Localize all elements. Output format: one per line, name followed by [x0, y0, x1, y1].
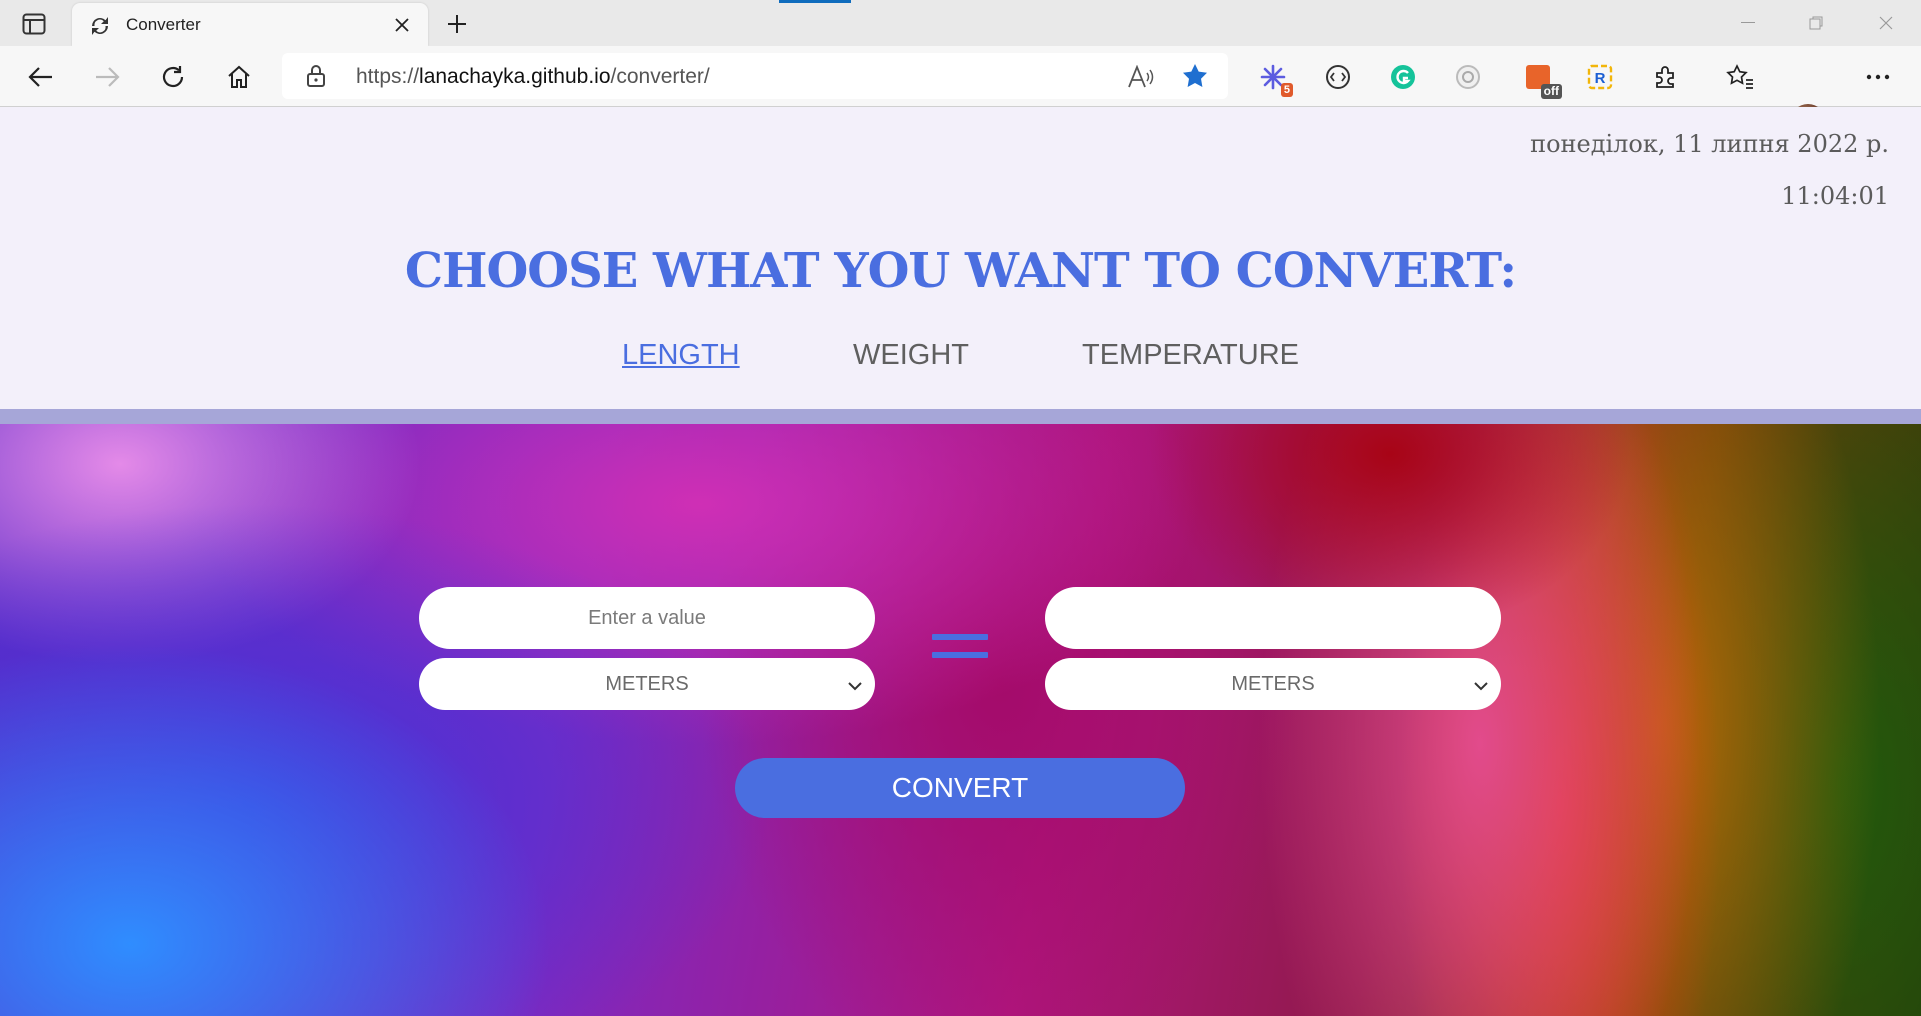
- from-unit-value: METERS: [605, 672, 689, 695]
- close-window-icon[interactable]: [1858, 8, 1914, 38]
- chevron-down-icon: [1473, 675, 1489, 698]
- to-unit-value: METERS: [1231, 672, 1315, 695]
- convert-button[interactable]: CONVERT: [735, 758, 1185, 818]
- address-bar[interactable]: https://lanachayka.github.io/converter/: [282, 53, 1228, 99]
- reload-icon[interactable]: [154, 58, 192, 96]
- converter-section: Enter a value METERS METERS CONVERT: [0, 424, 1921, 1016]
- chevron-down-icon: [847, 675, 863, 698]
- close-tab-icon[interactable]: [388, 11, 416, 39]
- restore-icon[interactable]: [1788, 8, 1844, 38]
- svg-text:R: R: [1595, 70, 1606, 87]
- nav-length[interactable]: LENGTH: [622, 339, 740, 372]
- tab-actions-icon[interactable]: [18, 11, 50, 37]
- extensions-puzzle-icon[interactable]: [1648, 59, 1684, 95]
- more-menu-icon[interactable]: [1860, 59, 1896, 95]
- off-badge: off: [1540, 84, 1562, 99]
- value-input-placeholder: Enter a value: [588, 606, 706, 629]
- grammarly-extension-icon[interactable]: [1385, 59, 1421, 95]
- url-text[interactable]: https://lanachayka.github.io/converter/: [356, 65, 710, 89]
- r-extension-icon[interactable]: R: [1582, 59, 1618, 95]
- from-unit-select[interactable]: METERS: [419, 658, 875, 710]
- new-tab-icon[interactable]: [440, 8, 474, 40]
- page-header: понеділок, 11 липня 2022 р. 11:04:01 CHO…: [0, 107, 1921, 409]
- camera-extension-icon[interactable]: [1450, 59, 1486, 95]
- favorite-star-icon[interactable]: [1180, 62, 1210, 90]
- loading-indicator: [779, 0, 851, 3]
- off-extension-icon[interactable]: off: [1520, 59, 1562, 99]
- browser-tab-bar: Converter: [0, 0, 1921, 46]
- nav-temperature[interactable]: TEMPERATURE: [1082, 339, 1299, 372]
- value-input[interactable]: Enter a value: [419, 587, 875, 649]
- read-aloud-icon[interactable]: [1126, 63, 1156, 91]
- minimize-icon[interactable]: [1720, 8, 1776, 38]
- converter-favicon-icon: [88, 14, 112, 38]
- browser-tab[interactable]: Converter: [72, 3, 428, 46]
- to-unit-select[interactable]: METERS: [1045, 658, 1501, 710]
- home-icon[interactable]: [220, 58, 258, 96]
- header-divider-band: [0, 409, 1921, 424]
- tab-title: Converter: [126, 15, 201, 34]
- asterisk-extension-icon[interactable]: 5: [1255, 59, 1293, 97]
- equals-sign: [932, 634, 988, 670]
- current-time: 11:04:01: [1781, 182, 1889, 210]
- back-icon[interactable]: [22, 58, 60, 96]
- browser-toolbar: https://lanachayka.github.io/converter/ …: [0, 46, 1921, 140]
- extension-badge: 5: [1280, 83, 1293, 97]
- current-date: понеділок, 11 липня 2022 р.: [1530, 130, 1889, 158]
- result-output[interactable]: [1045, 587, 1501, 649]
- forward-icon[interactable]: [88, 58, 126, 96]
- favorites-icon[interactable]: [1722, 59, 1758, 95]
- page-title: CHOOSE WHAT YOU WANT TO CONVERT:: [404, 243, 1517, 299]
- nav-weight[interactable]: WEIGHT: [853, 339, 969, 372]
- lock-icon[interactable]: [306, 64, 326, 93]
- code-extension-icon[interactable]: [1320, 59, 1356, 95]
